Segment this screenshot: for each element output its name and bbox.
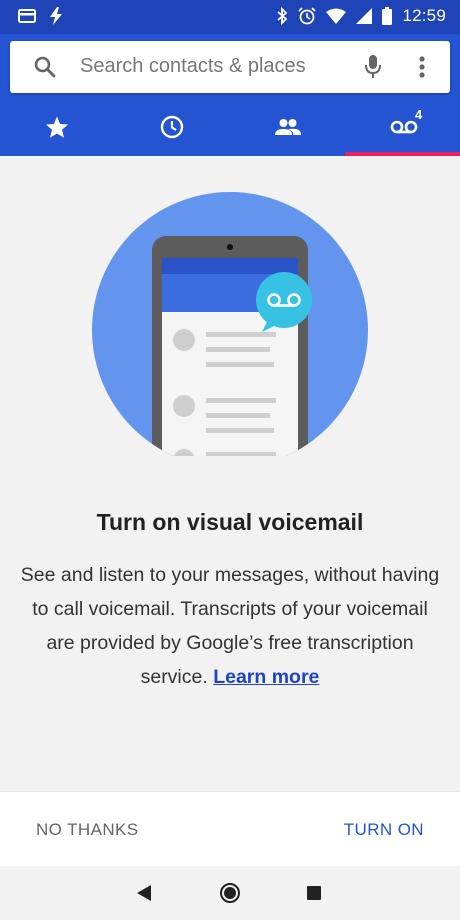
no-thanks-button[interactable]: NO THANKS [36, 820, 138, 840]
more-options-icon[interactable] [418, 55, 426, 79]
tab-bar [0, 98, 460, 156]
microphone-icon[interactable] [364, 54, 382, 80]
sim-card-icon [18, 9, 36, 23]
tab-contacts[interactable] [230, 98, 345, 156]
home-icon[interactable] [219, 882, 241, 904]
navigation-bar [0, 866, 460, 920]
voicemail-count-badge: 4 [415, 107, 423, 122]
search-bar[interactable]: Search contacts & places [10, 41, 450, 93]
voicemail-illustration [92, 192, 368, 456]
search-icon[interactable] [34, 56, 56, 78]
status-bar: 12:59 [0, 0, 460, 34]
wifi-icon [326, 8, 347, 24]
tab-recents[interactable] [115, 98, 230, 156]
signal-icon [356, 8, 373, 24]
search-input[interactable]: Search contacts & places [80, 55, 306, 78]
bluetooth-icon [277, 7, 288, 25]
page-title: Turn on visual voicemail [96, 509, 364, 535]
recent-apps-icon[interactable] [307, 886, 321, 900]
clock-time: 12:59 [402, 6, 446, 25]
description: See and listen to your messages, without… [20, 558, 440, 694]
flash-icon [50, 7, 62, 25]
star-icon [46, 116, 68, 138]
people-icon [275, 119, 301, 135]
action-bar: NO THANKS TURN ON [0, 791, 460, 867]
tab-favorites[interactable] [0, 98, 115, 156]
back-icon[interactable] [136, 884, 152, 902]
app-bar: Search contacts & places 4 [0, 34, 460, 156]
turn-on-button[interactable]: TURN ON [344, 820, 424, 840]
learn-more-link[interactable]: Learn more [213, 666, 319, 688]
voicemail-icon [390, 120, 418, 134]
alarm-icon [298, 7, 317, 25]
clock-icon [160, 115, 184, 139]
tab-voicemail[interactable] [345, 98, 460, 156]
battery-icon [382, 7, 393, 25]
